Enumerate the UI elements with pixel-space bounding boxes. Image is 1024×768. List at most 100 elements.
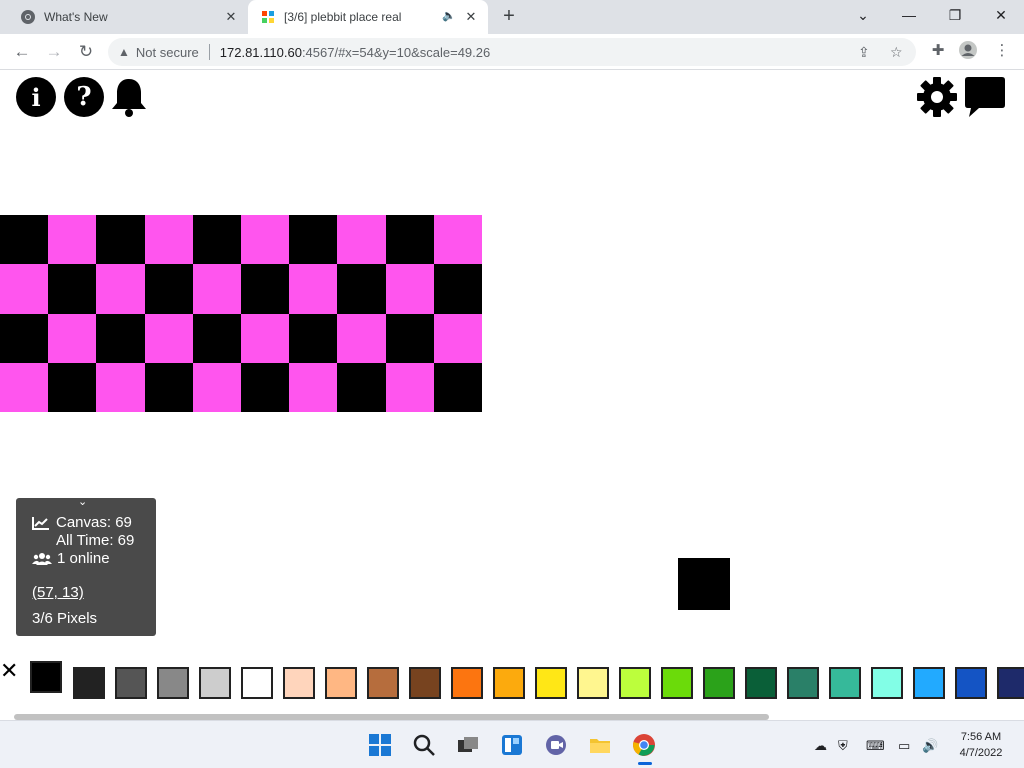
back-button[interactable]: ←: [10, 40, 34, 64]
close-palette-icon[interactable]: ✕: [0, 658, 18, 684]
teams-chat-icon[interactable]: [542, 731, 570, 759]
pixel-cell[interactable]: [48, 264, 97, 314]
pixel-cell[interactable]: [337, 362, 386, 412]
palette-swatch[interactable]: [241, 667, 273, 699]
pixel-cell[interactable]: [0, 362, 49, 412]
palette-swatch[interactable]: [157, 667, 189, 699]
pixel-cell[interactable]: [337, 264, 386, 314]
palette-swatch[interactable]: [619, 667, 651, 699]
network-icon[interactable]: ▭: [898, 738, 910, 754]
minimize-button[interactable]: —: [886, 0, 932, 30]
pixel-cell[interactable]: [192, 264, 241, 314]
pixel-cell[interactable]: [289, 215, 338, 265]
tab-plebbit-place[interactable]: [3/6] plebbit place real 🔈 ✕: [248, 0, 488, 34]
pixel-cell[interactable]: [385, 215, 434, 265]
speaker-icon[interactable]: 🔈: [442, 9, 456, 22]
collapse-chevron-icon[interactable]: ⌄: [78, 495, 87, 508]
cloud-offline-icon[interactable]: ☁: [814, 738, 827, 754]
palette-swatch[interactable]: [997, 667, 1024, 699]
pixel-cell[interactable]: [0, 313, 49, 363]
profile-avatar[interactable]: [958, 40, 978, 60]
menu-kebab-icon[interactable]: ⋮: [992, 40, 1012, 60]
pixel-cell[interactable]: [241, 362, 290, 412]
chat-icon[interactable]: [963, 75, 1007, 119]
bookmark-star-icon[interactable]: ☆: [890, 44, 903, 61]
pixel-cell[interactable]: [96, 313, 145, 363]
pixel-cell[interactable]: [433, 264, 482, 314]
palette-swatch[interactable]: [577, 667, 609, 699]
palette-swatch[interactable]: [745, 667, 777, 699]
close-window-button[interactable]: ✕: [978, 0, 1024, 30]
volume-icon[interactable]: 🔊: [922, 738, 938, 754]
pixel-cell[interactable]: [144, 362, 193, 412]
warning-icon[interactable]: ▲: [118, 45, 130, 59]
palette-swatch[interactable]: [661, 667, 693, 699]
pixel-cell[interactable]: [96, 362, 145, 412]
pixel-cell[interactable]: [96, 215, 145, 265]
pixel-cell[interactable]: [433, 362, 482, 412]
coordinates-link[interactable]: (57, 13): [32, 584, 84, 601]
pixel-cell[interactable]: [192, 362, 241, 412]
pixel-canvas-region[interactable]: [0, 215, 482, 412]
pixel-cell[interactable]: [433, 215, 482, 265]
palette-swatch[interactable]: [367, 667, 399, 699]
palette-swatch[interactable]: [73, 667, 105, 699]
pixel-cell[interactable]: [289, 313, 338, 363]
pixel-cell[interactable]: [192, 215, 241, 265]
pixel-cell[interactable]: [96, 264, 145, 314]
extensions-icon[interactable]: ✚: [928, 40, 948, 60]
defender-shield-icon[interactable]: ⛨: [838, 738, 848, 754]
restore-button[interactable]: ❐: [932, 0, 978, 30]
pixel-cell[interactable]: [48, 362, 97, 412]
pixel-cell[interactable]: [433, 313, 482, 363]
start-windows-icon[interactable]: [366, 731, 394, 759]
help-icon[interactable]: ?: [64, 77, 104, 117]
forward-button[interactable]: →: [42, 40, 66, 64]
pixel-cell[interactable]: [0, 215, 49, 265]
info-icon[interactable]: i: [16, 77, 56, 117]
pixel-cell[interactable]: [192, 313, 241, 363]
tab-whats-new[interactable]: What's New ✕: [8, 0, 248, 34]
palette-swatch[interactable]: [829, 667, 861, 699]
search-icon[interactable]: [410, 731, 438, 759]
new-tab-button[interactable]: +: [498, 6, 520, 28]
pixel-cell[interactable]: [241, 313, 290, 363]
keyboard-icon[interactable]: ⌨: [866, 738, 885, 754]
pixel-cell[interactable]: [241, 264, 290, 314]
pixel-cell[interactable]: [144, 313, 193, 363]
task-view-icon[interactable]: [454, 731, 482, 759]
widgets-icon[interactable]: [498, 731, 526, 759]
place-canvas-page[interactable]: i ? ⌄ Canvas: 69 All Time: 69 1 online (…: [0, 70, 1024, 720]
reload-button[interactable]: ↻: [74, 40, 98, 64]
palette-selected-swatch[interactable]: [30, 661, 62, 693]
palette-swatch[interactable]: [283, 667, 315, 699]
bell-icon[interactable]: [110, 77, 148, 117]
palette-swatch[interactable]: [325, 667, 357, 699]
palette-swatch[interactable]: [199, 667, 231, 699]
pixel-cell[interactable]: [385, 362, 434, 412]
palette-swatch[interactable]: [787, 667, 819, 699]
tab-search-icon[interactable]: ⌄: [840, 0, 886, 30]
pixel-cell[interactable]: [385, 313, 434, 363]
pixel-cell[interactable]: [48, 215, 97, 265]
share-icon[interactable]: ⇪: [858, 44, 870, 61]
pixel-cell[interactable]: [337, 215, 386, 265]
pixel-cell[interactable]: [289, 264, 338, 314]
close-tab-icon[interactable]: ✕: [222, 8, 240, 26]
system-clock[interactable]: 7:56 AM 4/7/2022: [946, 729, 1016, 761]
palette-swatch[interactable]: [409, 667, 441, 699]
pixel-cell[interactable]: [385, 264, 434, 314]
palette-swatch[interactable]: [535, 667, 567, 699]
palette-swatch[interactable]: [451, 667, 483, 699]
gear-icon[interactable]: [916, 76, 958, 118]
pixel-cursor-preview[interactable]: [678, 558, 730, 610]
pixel-cell[interactable]: [144, 215, 193, 265]
palette-swatch[interactable]: [703, 667, 735, 699]
palette-swatch[interactable]: [955, 667, 987, 699]
pixel-cell[interactable]: [289, 362, 338, 412]
pixel-cell[interactable]: [48, 313, 97, 363]
palette-swatch[interactable]: [913, 667, 945, 699]
palette-swatch[interactable]: [493, 667, 525, 699]
pixel-cell[interactable]: [0, 264, 49, 314]
close-tab-icon[interactable]: ✕: [462, 8, 480, 26]
